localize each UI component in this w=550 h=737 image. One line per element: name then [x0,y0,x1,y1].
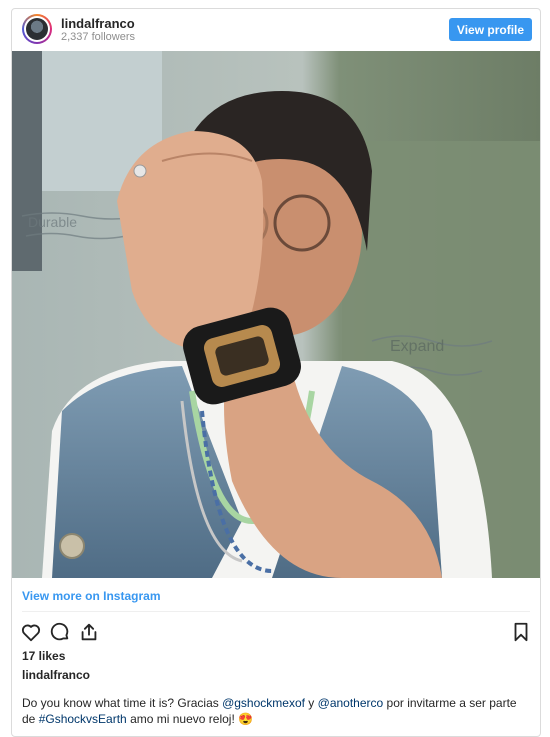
view-more-link[interactable]: View more on Instagram [22,589,161,603]
comment-icon[interactable] [49,621,71,643]
mention-gshockmexof[interactable]: @gshockmexof [222,696,305,710]
heart-icon[interactable] [20,621,42,643]
username[interactable]: lindalfranco [61,16,135,31]
view-profile-button[interactable]: View profile [449,18,532,41]
bookmark-icon[interactable] [510,621,532,643]
hashtag-gshockvsearth[interactable]: #GshockvsEarth [39,712,127,726]
whiteboard-text-durable: Durable [28,214,77,230]
follower-count: 2,337 followers [61,31,135,43]
post-photo[interactable]: Expand Durable [12,51,540,578]
like-count[interactable]: 17 likes [22,649,65,663]
avatar[interactable] [22,14,52,44]
post-header: lindalfranco 2,337 followers View profil… [12,9,540,51]
caption-author[interactable]: lindalfranco [22,668,90,682]
divider [22,611,530,612]
whiteboard-text-expand: Expand [390,338,444,355]
share-icon[interactable] [78,621,100,643]
instagram-embed-card: lindalfranco 2,337 followers View profil… [11,8,541,737]
post-caption: Do you know what time it is? Gracias @gs… [22,696,517,726]
post-image: Expand Durable [12,51,540,578]
mention-anotherco[interactable]: @anotherco [318,696,384,710]
heart-eyes-emoji: 😍 [238,712,254,726]
